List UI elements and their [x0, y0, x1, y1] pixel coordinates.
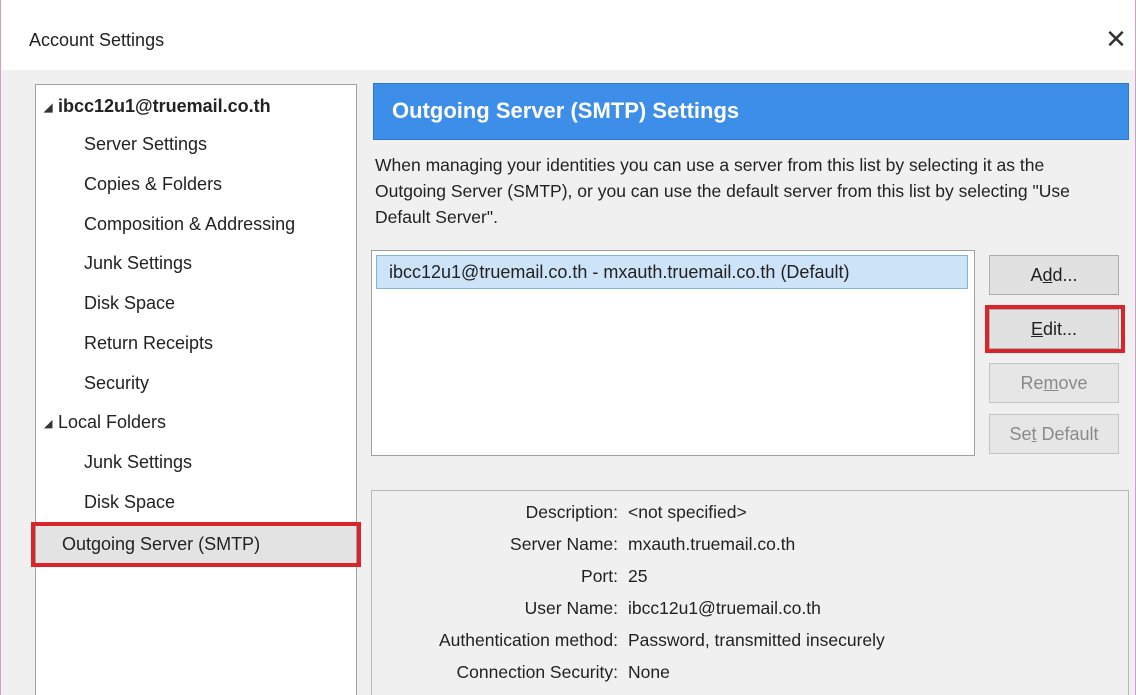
detail-value: 25: [628, 566, 648, 586]
tree-item-copies-folders[interactable]: Copies & Folders: [84, 169, 222, 199]
edit-highlight-box: [985, 305, 1125, 353]
detail-row-server-name: Server Name: mxauth.truemail.co.th: [372, 529, 1130, 559]
detail-label: Description:: [525, 502, 618, 522]
detail-value: <not specified>: [628, 502, 747, 522]
tree-item-server-settings[interactable]: Server Settings: [84, 129, 207, 159]
detail-label: Authentication method:: [438, 630, 618, 650]
add-button[interactable]: Add...: [989, 255, 1119, 295]
panel-title: Outgoing Server (SMTP) Settings: [392, 98, 740, 123]
detail-value: mxauth.truemail.co.th: [628, 534, 796, 554]
detail-row-connection-security: Connection Security: None: [372, 657, 1130, 687]
tree-item-junk-settings[interactable]: Junk Settings: [84, 248, 192, 278]
remove-button[interactable]: Remove: [989, 363, 1119, 403]
detail-label: Connection Security:: [456, 662, 618, 682]
account-tree: ◢ ibcc12u1@truemail.co.th Server Settings…: [35, 84, 357, 695]
window-title: Account Settings: [29, 30, 165, 50]
detail-label: Server Name:: [510, 534, 618, 554]
detail-row-auth-method: Authentication method: Password, transmi…: [372, 625, 1130, 655]
tree-item-disk-space[interactable]: Disk Space: [84, 288, 175, 318]
server-details: Description: <not specified> Server Name…: [371, 490, 1129, 695]
account-settings-window: Account Settings ✕ ◢ ibcc12u1@truemail.co…: [0, 0, 1136, 695]
detail-row-description: Description: <not specified>: [372, 497, 1130, 527]
detail-value: ibcc12u1@truemail.co.th: [628, 598, 821, 618]
tree-item-composition-addressing[interactable]: Composition & Addressing: [84, 209, 295, 239]
tree-item-local-junk-settings[interactable]: Junk Settings: [84, 447, 192, 477]
detail-row-user-name: User Name: ibcc12u1@truemail.co.th: [372, 593, 1130, 623]
panel-header: Outgoing Server (SMTP) Settings: [373, 83, 1129, 140]
close-icon[interactable]: ✕: [1099, 22, 1133, 56]
tree-local-folders-label: Local Folders: [58, 412, 167, 432]
tree-item-security[interactable]: Security: [84, 368, 149, 398]
expand-triangle-icon[interactable]: ◢: [44, 409, 54, 439]
outgoing-server-highlight-box: [31, 522, 361, 567]
detail-label: Port:: [581, 566, 618, 586]
tree-item-local-disk-space[interactable]: Disk Space: [84, 487, 175, 517]
detail-row-port: Port: 25: [372, 561, 1130, 591]
tree-item-return-receipts[interactable]: Return Receipts: [84, 328, 213, 358]
tree-account-label: ibcc12u1@truemail.co.th: [58, 96, 271, 116]
server-list-item[interactable]: ibcc12u1@truemail.co.th - mxauth.truemai…: [376, 255, 968, 289]
tree-account-root[interactable]: ◢ ibcc12u1@truemail.co.th: [44, 91, 271, 121]
detail-value: Password, transmitted insecurely: [628, 630, 885, 650]
smtp-server-list[interactable]: ibcc12u1@truemail.co.th - mxauth.truemai…: [371, 250, 975, 456]
panel-description: When managing your identities you can us…: [375, 155, 1070, 227]
set-default-button[interactable]: Set Default: [989, 414, 1119, 454]
title-bar: Account Settings ✕: [1, 0, 1135, 70]
expand-triangle-icon[interactable]: ◢: [44, 93, 54, 123]
detail-value: None: [628, 662, 670, 682]
detail-label: User Name:: [524, 598, 618, 618]
tree-local-folders-root[interactable]: ◢ Local Folders: [44, 407, 166, 437]
